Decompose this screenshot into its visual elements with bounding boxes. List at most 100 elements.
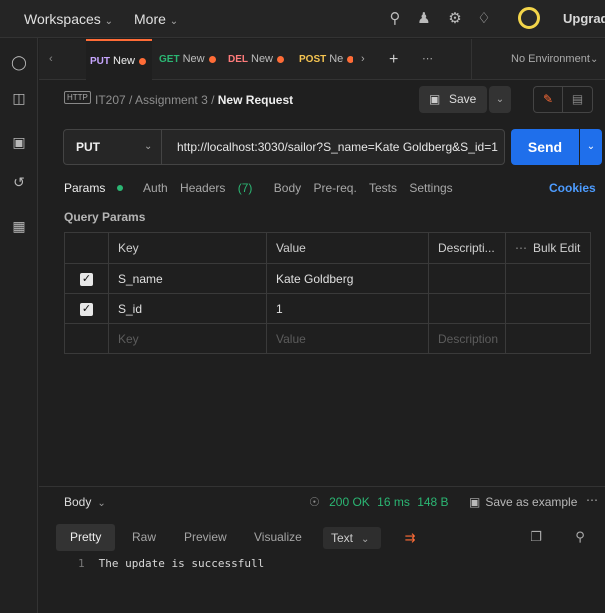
tab-tests[interactable]: Tests <box>369 181 397 195</box>
new-description-input[interactable]: Description <box>428 323 506 354</box>
param-checkbox[interactable]: ✓ <box>64 293 109 324</box>
search-icon[interactable]: ⚲ <box>385 9 405 29</box>
bulk-edit-button[interactable]: ⋯ Bulk Edit <box>505 232 591 264</box>
checkmark-icon: ✓ <box>80 303 93 316</box>
breadcrumb-folder[interactable]: Assignment 3 <box>135 93 208 107</box>
response-body-dropdown[interactable]: Body ⌄ <box>64 495 106 509</box>
table-header-row: Key Value Descripti... ⋯ Bulk Edit <box>64 232 591 264</box>
settings-icon[interactable]: ⚙ <box>445 9 465 29</box>
table-row: ✓ S_id 1 <box>64 293 591 324</box>
tab-del-new[interactable]: DEL New <box>228 39 290 80</box>
wrap-lines-icon[interactable]: ⇉ <box>399 526 421 550</box>
url-input[interactable]: http://localhost:3030/sailor?S_name=Kate… <box>177 130 498 164</box>
query-params-title: Query Params <box>64 210 146 224</box>
tabs-more-icon[interactable]: ⋯ <box>422 39 433 80</box>
tab-post-new[interactable]: POST Ne <box>299 39 353 80</box>
chevron-down-icon: ⌄ <box>590 54 599 65</box>
param-description[interactable] <box>428 263 506 294</box>
request-sub-tabs: Params Auth Headers (7) Body Pre-req. Te… <box>64 181 462 195</box>
edit-pencil-icon[interactable]: ✎ <box>533 86 563 113</box>
user-icon[interactable]: ◯ <box>9 52 29 72</box>
url-bar: PUT ⌄ http://localhost:3030/sailor?S_nam… <box>63 129 505 165</box>
save-options-chevron-icon[interactable]: ⌄ <box>489 86 511 113</box>
tab-headers[interactable]: Headers (7) <box>180 181 261 195</box>
globe-icon: ☉ <box>309 495 320 509</box>
param-row-extra <box>505 323 591 354</box>
tabs-scroll-right-icon[interactable]: › <box>361 39 365 80</box>
top-bar: Workspaces ⌄ More ⌄ ⚲ ♟ ⚙ ♢ Upgrade <box>0 0 605 38</box>
unsaved-dot <box>347 55 353 63</box>
chevron-down-icon: ⌄ <box>97 498 106 509</box>
response-time[interactable]: 16 ms <box>377 495 410 509</box>
tabs-scroll-left-icon[interactable]: ‹ <box>49 39 53 80</box>
environment-selector[interactable]: No Environment ⌄ <box>471 39 605 80</box>
param-key[interactable]: S_name <box>108 263 267 294</box>
response-body: 1 The update is successfull <box>78 557 264 570</box>
documentation-icon[interactable]: ▤ <box>563 86 593 113</box>
tab-auth[interactable]: Auth <box>143 181 168 195</box>
param-key[interactable]: S_id <box>108 293 267 324</box>
cookies-link[interactable]: Cookies <box>549 181 596 195</box>
new-key-input[interactable]: Key <box>108 323 267 354</box>
status-code[interactable]: 200 OK <box>329 495 370 509</box>
param-row-extra <box>505 293 591 324</box>
send-button[interactable]: Send <box>511 129 579 165</box>
tab-settings[interactable]: Settings <box>409 181 452 195</box>
http-icon: HTTP <box>64 91 91 104</box>
response-status: ☉ 200 OK 16 ms 148 B <box>309 495 449 509</box>
response-bar: Body ⌄ ☉ 200 OK 16 ms 148 B ▣ Save as exam… <box>39 486 605 516</box>
new-param-checkbox <box>64 323 109 354</box>
method-select[interactable]: PUT ⌄ <box>64 130 162 164</box>
tab-raw[interactable]: Raw <box>132 524 156 551</box>
format-select[interactable]: Text ⌄ <box>323 527 381 549</box>
breadcrumb-request[interactable]: New Request <box>218 93 293 107</box>
checkmark-icon: ✓ <box>80 273 93 286</box>
search-icon[interactable]: ⚲ <box>571 526 589 548</box>
checkbox-column-header <box>64 232 109 264</box>
tab-put-new[interactable]: PUT New <box>86 39 152 80</box>
tab-prereq[interactable]: Pre-req. <box>313 181 356 195</box>
avatar[interactable] <box>518 7 540 29</box>
response-line: The update is successfull <box>98 557 265 570</box>
new-value-input[interactable]: Value <box>266 323 429 354</box>
left-sidebar: ◯ ◫ ▣ ↺ ▦ <box>0 38 38 613</box>
environments-icon[interactable]: ▣ <box>9 132 29 152</box>
param-value[interactable]: 1 <box>266 293 429 324</box>
new-tab-plus-icon[interactable]: + <box>389 39 398 80</box>
upgrade-button[interactable]: Upgrade <box>563 11 605 26</box>
invite-icon[interactable]: ♟ <box>414 9 434 29</box>
more-icon: ⋯ <box>515 241 527 255</box>
response-size[interactable]: 148 B <box>417 495 448 509</box>
tab-visualize[interactable]: Visualize <box>254 524 302 551</box>
copy-icon[interactable]: ❐ <box>527 526 545 548</box>
table-row-new: Key Value Description <box>64 323 591 354</box>
unsaved-dot <box>208 55 216 63</box>
description-column-header: Descripti... <box>428 232 506 264</box>
apps-icon[interactable]: ▦ <box>9 216 29 236</box>
save-button[interactable]: ▣ Save <box>419 86 487 113</box>
tab-body[interactable]: Body <box>274 181 301 195</box>
param-checkbox[interactable]: ✓ <box>64 263 109 294</box>
tab-get-new[interactable]: GET New <box>159 39 221 80</box>
value-column-header: Value <box>266 232 429 264</box>
save-as-example-button[interactable]: ▣ Save as example <box>469 495 577 509</box>
history-icon[interactable]: ↺ <box>9 172 29 192</box>
tab-preview[interactable]: Preview <box>184 524 227 551</box>
workspaces-menu[interactable]: Workspaces ⌄ <box>24 11 113 27</box>
collections-icon[interactable]: ◫ <box>9 88 29 108</box>
chevron-down-icon: ⌄ <box>144 141 153 152</box>
more-options-icon[interactable]: ⋯ <box>586 493 598 507</box>
chevron-down-icon: ⌄ <box>361 534 370 545</box>
table-row: ✓ S_name Kate Goldberg <box>64 263 591 294</box>
save-icon: ▣ <box>469 495 481 509</box>
breadcrumb-collection[interactable]: IT207 <box>95 93 126 107</box>
param-description[interactable] <box>428 293 506 324</box>
more-menu[interactable]: More ⌄ <box>134 11 178 27</box>
notifications-icon[interactable]: ♢ <box>474 9 494 29</box>
tab-params[interactable]: Params <box>64 181 131 195</box>
query-params-table: Key Value Descripti... ⋯ Bulk Edit ✓ S_na… <box>64 232 591 354</box>
param-value[interactable]: Kate Goldberg <box>266 263 429 294</box>
tab-pretty[interactable]: Pretty <box>56 524 116 551</box>
send-options-chevron-icon[interactable]: ⌄ <box>580 129 602 165</box>
line-number: 1 <box>78 557 85 570</box>
